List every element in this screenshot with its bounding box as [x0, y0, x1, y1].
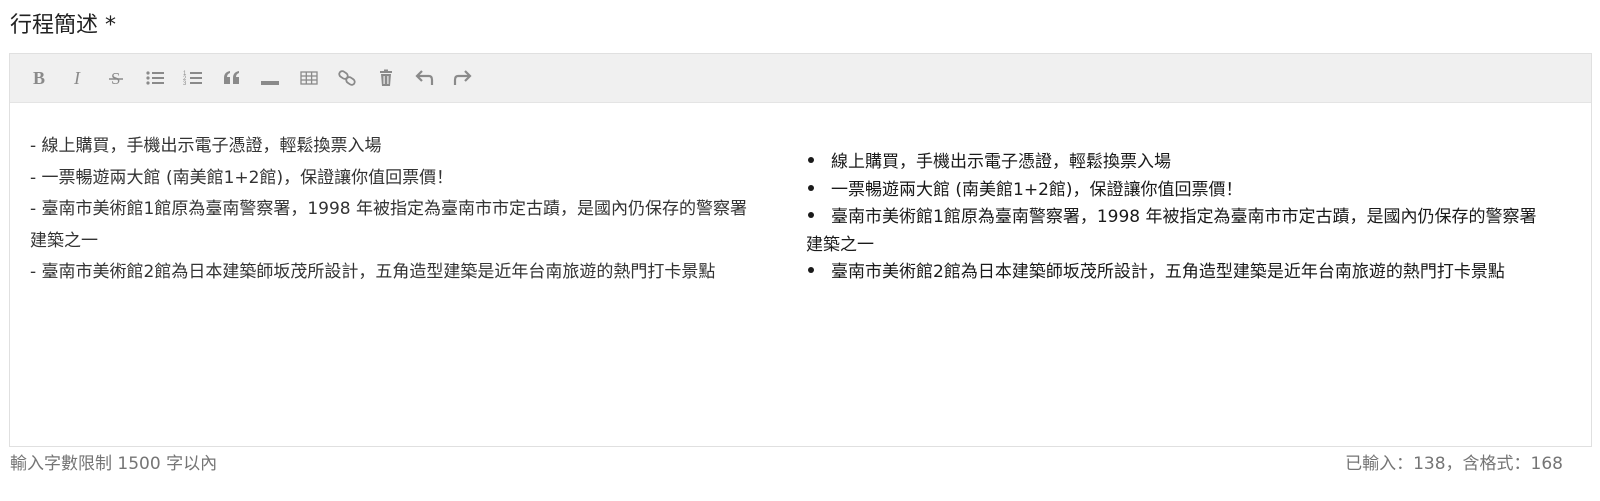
bullet-icon	[806, 204, 831, 232]
trash-icon	[376, 68, 396, 88]
clear-button[interactable]	[371, 63, 401, 93]
char-limit-hint: 輸入字數限制 1500 字以內	[10, 454, 218, 474]
horizontal-rule-icon	[260, 68, 280, 88]
table-icon	[299, 68, 319, 88]
field-label: 行程簡述 *	[10, 13, 116, 38]
horizontal-rule-button[interactable]	[255, 63, 285, 93]
redo-icon	[453, 68, 473, 88]
quote-icon	[222, 68, 242, 88]
link-button[interactable]	[332, 63, 362, 93]
undo-icon	[414, 68, 434, 88]
bullet-icon	[806, 177, 831, 205]
editor-content: - 線上購買，手機出示電子憑證，輕鬆換票入場 - 一票暢遊兩大館 (南美館1+2…	[10, 104, 1591, 446]
preview-list-item: 臺南市美術館1館原為臺南警察署，1998 年被指定為臺南市市定古蹟，是國內仍保存…	[806, 204, 1544, 259]
svg-text:3: 3	[183, 81, 187, 87]
preview-list-item: 線上購買，手機出示電子憑證，輕鬆換票入場	[806, 149, 1544, 177]
char-count: 已輸入：138，含格式：168	[1345, 454, 1563, 474]
table-button[interactable]	[294, 63, 324, 93]
editor-toolbar: B I S 123	[10, 54, 1591, 103]
bullet-list-icon	[145, 68, 165, 88]
quote-button[interactable]	[217, 63, 247, 93]
svg-text:B: B	[33, 68, 45, 88]
link-icon	[337, 68, 357, 88]
markdown-source-textarea[interactable]: - 線上購買，手機出示電子憑證，輕鬆換票入場 - 一票暢遊兩大館 (南美館1+2…	[30, 131, 755, 289]
markdown-preview: 線上購買，手機出示電子憑證，輕鬆換票入場 一票暢遊兩大館 (南美館1+2館)，保…	[806, 149, 1544, 287]
italic-button[interactable]: I	[63, 63, 93, 93]
bullet-icon	[806, 149, 831, 177]
strikethrough-icon: S	[106, 68, 126, 88]
bullet-icon	[806, 259, 831, 287]
preview-list-item: 一票暢遊兩大館 (南美館1+2館)，保證讓你值回票價！	[806, 177, 1544, 205]
preview-list: 線上購買，手機出示電子憑證，輕鬆換票入場 一票暢遊兩大館 (南美館1+2館)，保…	[806, 149, 1544, 287]
ordered-list-button[interactable]: 123	[178, 63, 208, 93]
bold-button[interactable]: B	[24, 63, 54, 93]
italic-icon: I	[68, 68, 88, 88]
numbered-list-icon: 123	[183, 68, 203, 88]
redo-button[interactable]	[448, 63, 478, 93]
undo-button[interactable]	[409, 63, 439, 93]
preview-list-item: 臺南市美術館2館為日本建築師坂茂所設計，五角造型建築是近年台南旅遊的熱門打卡景點	[806, 259, 1544, 287]
strikethrough-button[interactable]: S	[101, 63, 131, 93]
markdown-editor: B I S 123	[9, 53, 1592, 447]
svg-text:I: I	[73, 68, 81, 88]
unordered-list-button[interactable]	[140, 63, 170, 93]
bold-icon: B	[29, 68, 49, 88]
